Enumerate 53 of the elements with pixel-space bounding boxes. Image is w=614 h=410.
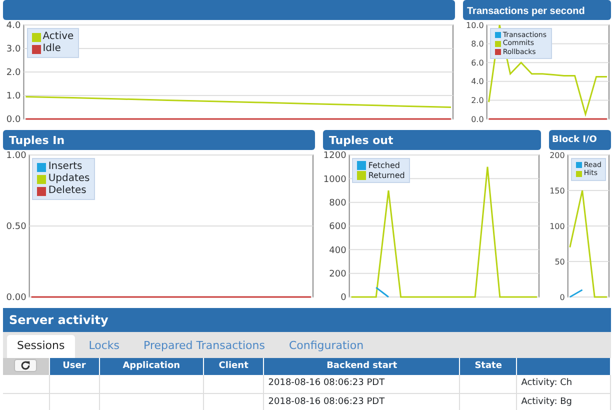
axis-label: 1200 (323, 151, 346, 162)
axis-label: 2.0 (471, 96, 484, 105)
table-cell: Activity: Bg (516, 393, 610, 410)
axis-label: 0.50 (6, 222, 26, 232)
axis-label: 4.0 (6, 21, 21, 32)
table-cell: Activity: Ch (516, 375, 610, 393)
column-header: Application (99, 358, 204, 375)
refresh-icon (20, 360, 32, 372)
axis-label: 200 (550, 150, 565, 160)
legend-label: Returned (368, 170, 405, 180)
axis-label: 3.0 (6, 44, 21, 55)
axis-label: 400 (329, 246, 346, 256)
legend-label: Inserts (48, 161, 82, 173)
axis-label: 0 (340, 293, 346, 302)
axis-label: 6.0 (471, 58, 484, 68)
axis-label: 50 (554, 257, 565, 266)
panel-title: Tuples out (323, 130, 541, 150)
axis-label: 0.0 (471, 114, 484, 124)
table-cell: 2018-08-16 08:06:23 PDT (264, 393, 460, 410)
axis-label: 200 (329, 269, 346, 280)
axis-label: 4.0 (471, 77, 484, 86)
axis-label: 100 (550, 222, 565, 231)
legend-label: Active (42, 31, 74, 43)
legend-label: Updates (48, 173, 90, 185)
legend-label: Idle (42, 43, 61, 55)
column-header: Client (203, 358, 264, 375)
column-header: Backend start (264, 358, 460, 375)
axis-label: 1.00 (6, 151, 26, 162)
axis-label: 1000 (323, 174, 346, 185)
tab[interactable]: Locks (78, 335, 130, 358)
panel-title: Block I/O (549, 130, 611, 150)
axis-label: 2.0 (6, 68, 21, 78)
table-cell: 2018-08-16 08:06:23 PDT (264, 375, 460, 393)
axis-label: 0.00 (6, 293, 26, 302)
tab[interactable]: Configuration (278, 335, 374, 358)
axis-label: 1.0 (6, 92, 21, 102)
axis-label: 150 (550, 186, 565, 196)
legend-label: Fetched (368, 161, 400, 171)
axis-label: 0.0 (6, 115, 21, 124)
axis-label: 0 (560, 292, 565, 302)
axis-label: 10.0 (466, 20, 484, 30)
panel-title: Transactions per second (463, 0, 611, 20)
axis-label: 800 (329, 198, 346, 208)
tab[interactable]: Sessions (7, 335, 75, 358)
tab[interactable]: Prepared Transactions (134, 335, 275, 358)
legend-label: Deletes (48, 185, 86, 197)
axis-label: 8.0 (471, 40, 484, 49)
panel-title: Tuples In (3, 130, 315, 150)
axis-label: 600 (329, 222, 346, 232)
column-header: State (460, 358, 517, 375)
refresh-button[interactable] (14, 359, 38, 372)
panel-title: Server activity (3, 308, 611, 332)
column-header: User (49, 358, 100, 375)
